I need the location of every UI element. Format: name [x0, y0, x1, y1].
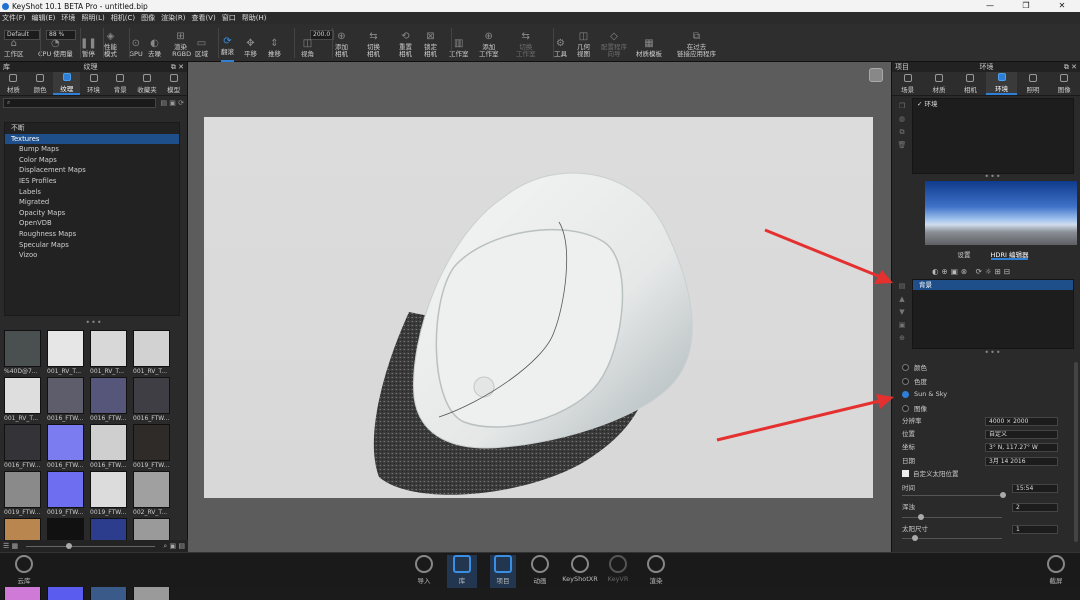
ribbon-label: 截屏 [1049, 577, 1063, 585]
ribbon-button-4[interactable]: 动画 [528, 555, 552, 588]
ribbon-icon [531, 555, 549, 573]
ribbon-button-5[interactable]: KeyShotXR [560, 555, 600, 588]
annotation-arrows [716, 228, 894, 442]
ribbon-icon [571, 555, 589, 573]
ribbon-icon [15, 555, 33, 573]
ribbon-button-2[interactable]: 库 [447, 555, 477, 588]
ribbon-icon [494, 555, 512, 573]
ribbon-button-1[interactable]: 导入 [412, 555, 436, 588]
ribbon-label: 渲染 [649, 577, 663, 585]
ribbon-button-0[interactable]: 云库 [4, 555, 44, 588]
bottom-ribbon: 云库 导入 库 项目 动画 KeyShotXR KeyVR 渲染 截屏 [0, 552, 1080, 588]
ribbon-button-7[interactable]: 渲染 [643, 555, 669, 588]
ribbon-icon [415, 555, 433, 573]
ribbon-button-3[interactable]: 项目 [490, 555, 516, 588]
ribbon-label: KeyVR [607, 575, 629, 583]
ribbon-icon [609, 555, 627, 573]
ribbon-icon [1047, 555, 1065, 573]
ribbon-icon [647, 555, 665, 573]
ribbon-label: 项目 [496, 577, 510, 585]
ribbon-label: 动画 [533, 577, 547, 585]
ribbon-button-6[interactable]: KeyVR [606, 555, 630, 588]
ribbon-button-8[interactable]: 截屏 [1040, 555, 1072, 588]
ribbon-label: 云库 [17, 577, 31, 585]
ribbon-label: 导入 [417, 577, 431, 585]
ribbon-label: 库 [458, 577, 466, 585]
ribbon-icon [453, 555, 471, 573]
ribbon-label: KeyShotXR [562, 575, 598, 583]
